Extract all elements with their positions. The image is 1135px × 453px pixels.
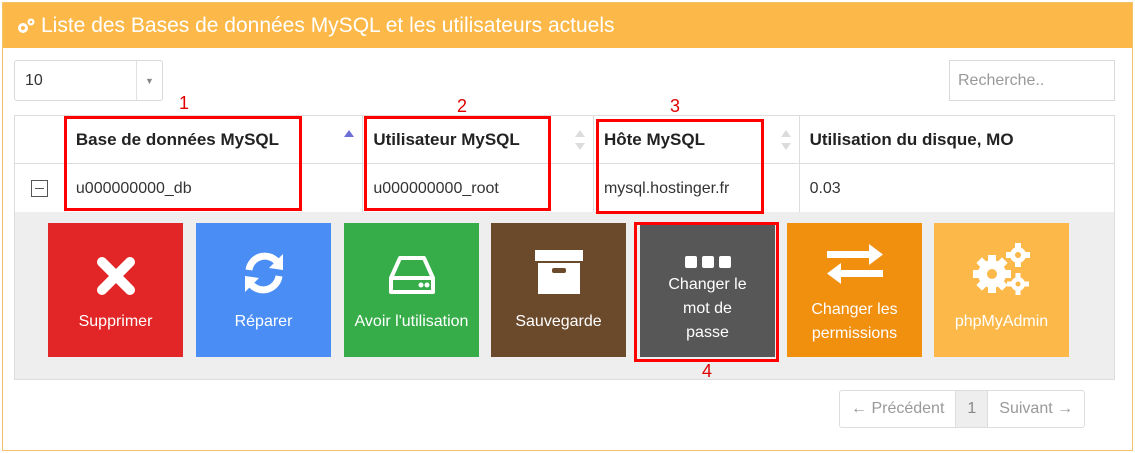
header-user[interactable]: Utilisateur MySQL: [362, 116, 593, 163]
table-row: u000000000_db u000000000_root mysql.host…: [15, 164, 1114, 213]
x-icon: [96, 257, 135, 295]
header-expand-cell: [15, 116, 65, 163]
cell-host: mysql.hostinger.fr: [592, 164, 799, 213]
phpmyadmin-button[interactable]: phpMyAdmin: [934, 223, 1069, 357]
page-length-select[interactable]: 10 ▼: [14, 60, 163, 101]
prev-page-button[interactable]: ← Précédent: [840, 391, 955, 427]
next-page-button[interactable]: Suivant →: [987, 391, 1084, 427]
refresh-icon: [244, 252, 283, 294]
header-host[interactable]: Hôte MySQL: [592, 116, 799, 163]
repair-button[interactable]: Réparer: [196, 223, 331, 357]
backup-label: Sauvegarde: [515, 313, 602, 330]
current-page-button[interactable]: 1: [955, 391, 988, 427]
archive-box-icon: [534, 250, 583, 294]
change-permissions-button[interactable]: Changer les permissions: [787, 223, 922, 357]
panel-title: Liste des Bases de données MySQL et les …: [41, 13, 615, 37]
panel-header: Liste des Bases de données MySQL et les …: [3, 3, 1132, 48]
page-length-value: 10: [25, 71, 43, 89]
gears-icon: [15, 16, 37, 36]
change-permissions-label: Changer les permissions: [811, 301, 898, 342]
header-database-label: Base de données MySQL: [75, 129, 280, 149]
header-user-label: Utilisateur MySQL: [373, 129, 520, 149]
pagination: ← Précédent 1 Suivant →: [839, 390, 1086, 428]
delete-label: Supprimer: [78, 313, 153, 330]
backup-button[interactable]: Sauvegarde: [491, 223, 626, 357]
sort-icon: [574, 130, 585, 150]
table-header-row: Base de données MySQL Utilisateur MySQL …: [15, 116, 1114, 164]
databases-table: Base de données MySQL Utilisateur MySQL …: [14, 115, 1115, 214]
cell-user: u000000000_root: [362, 164, 593, 213]
header-disk-usage-label: Utilisation du disque, MO: [809, 129, 1014, 149]
sort-icon: [780, 130, 791, 150]
search-input[interactable]: [949, 60, 1115, 101]
collapse-icon[interactable]: [31, 180, 49, 197]
header-disk-usage[interactable]: Utilisation du disque, MO: [798, 116, 1114, 163]
cell-database: u000000000_db: [64, 164, 362, 213]
ellipsis-icon: [684, 256, 731, 268]
delete-button[interactable]: Supprimer: [48, 223, 183, 357]
caret-down-icon: ▼: [136, 61, 162, 100]
hard-drive-icon: [388, 256, 435, 294]
change-password-button[interactable]: Changer le mot de passe: [640, 223, 775, 357]
phpmyadmin-label: phpMyAdmin: [954, 313, 1049, 330]
expand-cell: [15, 164, 65, 213]
row-actions: Supprimer Réparer Avoir l'utilisation Sa…: [14, 212, 1115, 380]
header-database[interactable]: Base de données MySQL: [64, 116, 362, 163]
get-usage-label: Avoir l'utilisation: [354, 313, 469, 330]
sort-asc-icon: [344, 130, 355, 150]
cell-disk-usage: 0.03: [798, 164, 1114, 213]
gears-icon: [972, 243, 1030, 295]
repair-label: Réparer: [234, 313, 293, 330]
change-password-label: Changer le mot de passe: [668, 276, 747, 341]
get-usage-button[interactable]: Avoir l'utilisation: [344, 223, 479, 357]
header-host-label: Hôte MySQL: [603, 129, 705, 149]
swap-arrows-icon: [826, 244, 883, 284]
